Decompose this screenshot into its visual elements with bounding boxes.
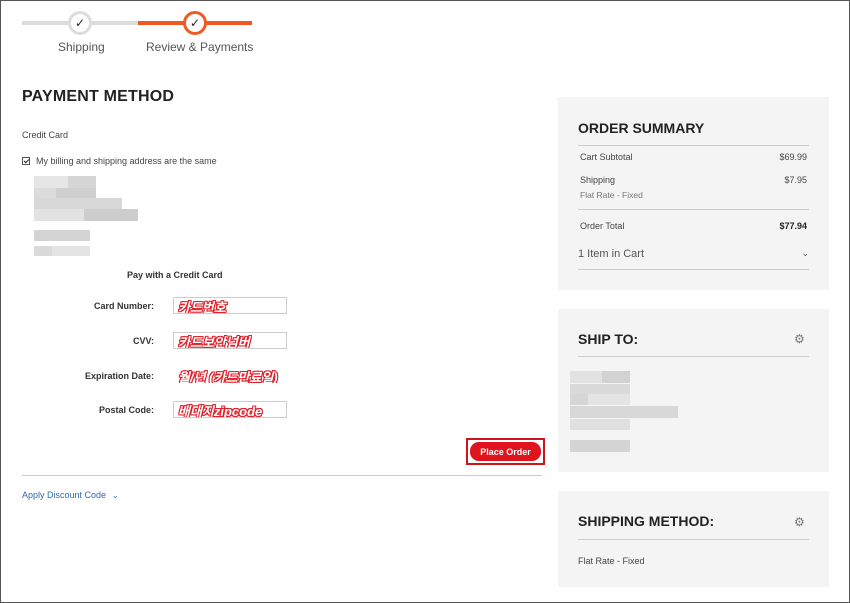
cvv-label: CVV:	[132, 336, 154, 346]
divider	[22, 475, 542, 476]
step-review-indicator: ✓	[183, 11, 207, 35]
order-total-value: $77.94	[779, 221, 807, 231]
step-review-label: Review & Payments	[146, 40, 254, 54]
payment-method-credit-card[interactable]: Credit Card	[22, 130, 68, 140]
order-summary-title: ORDER SUMMARY	[578, 120, 705, 136]
postal-code-value: 배대지zipcode	[178, 404, 263, 418]
divider	[578, 539, 809, 540]
divider	[578, 356, 809, 357]
cart-subtotal-value: $69.99	[779, 152, 807, 162]
card-number-value: 카드번호	[178, 300, 226, 314]
ship-to-title: SHIP TO:	[578, 331, 639, 347]
check-icon: ✓	[189, 16, 201, 30]
order-total-label: Order Total	[580, 221, 625, 231]
gear-icon[interactable]: ⚙	[794, 332, 805, 346]
same-address-label: My billing and shipping address are the …	[36, 156, 217, 166]
ship-to-panel: SHIP TO: ⚙	[558, 309, 829, 472]
card-number-label: Card Number:	[93, 301, 154, 311]
card-number-input[interactable]: 카드번호	[173, 297, 287, 314]
order-summary-panel: ORDER SUMMARY Cart Subtotal $69.99 Shipp…	[558, 97, 829, 290]
shipping-method-value: Flat Rate - Fixed	[578, 556, 645, 566]
gear-icon[interactable]: ⚙	[794, 515, 805, 529]
credit-card-form-title: Pay with a Credit Card	[127, 270, 223, 280]
items-in-cart-toggle[interactable]: 1 Item in Cart ⌄	[578, 248, 809, 260]
divider	[578, 209, 809, 210]
shipping-method-title: SHIPPING METHOD:	[578, 513, 715, 529]
items-in-cart-label: 1 Item in Cart	[578, 248, 645, 260]
apply-discount-label: Apply Discount Code	[22, 490, 107, 500]
expiration-input[interactable]: 월/년 (카드만료일)	[173, 367, 303, 384]
postal-code-input[interactable]: 배대지zipcode	[173, 401, 287, 418]
same-address-checkbox[interactable]	[22, 157, 30, 165]
shipping-method-panel: SHIPPING METHOD: ⚙ Flat Rate - Fixed	[558, 491, 829, 587]
cart-subtotal-row: Cart Subtotal $69.99	[580, 152, 807, 162]
cart-subtotal-label: Cart Subtotal	[580, 152, 633, 162]
place-order-button[interactable]: Place Order	[470, 442, 541, 461]
payment-method-title: PAYMENT METHOD	[22, 88, 175, 105]
step-shipping-label[interactable]: Shipping	[58, 40, 105, 54]
divider	[578, 269, 809, 270]
order-total-row: Order Total $77.94	[580, 221, 807, 231]
shipping-label: Shipping	[580, 175, 616, 185]
check-icon: ✓	[74, 16, 86, 30]
expiration-label: Expiration Date:	[84, 371, 154, 381]
divider	[578, 145, 809, 146]
shipping-row: Shipping $7.95	[580, 175, 807, 185]
cvv-input[interactable]: 카드보안넘버	[173, 332, 287, 349]
apply-discount-toggle[interactable]: Apply Discount Code ⌄	[22, 490, 119, 500]
shipping-method-summary: Flat Rate - Fixed	[580, 190, 643, 200]
expiration-value: 월/년 (카드만료일)	[178, 370, 278, 384]
chevron-down-icon: ⌄	[801, 249, 809, 259]
chevron-down-icon: ⌄	[112, 490, 119, 500]
cvv-value: 카드보안넘버	[178, 335, 250, 349]
postal-code-label: Postal Code:	[98, 405, 154, 415]
same-address-option[interactable]: My billing and shipping address are the …	[22, 156, 217, 166]
step-shipping-indicator: ✓	[68, 11, 92, 35]
shipping-value: $7.95	[784, 175, 807, 185]
